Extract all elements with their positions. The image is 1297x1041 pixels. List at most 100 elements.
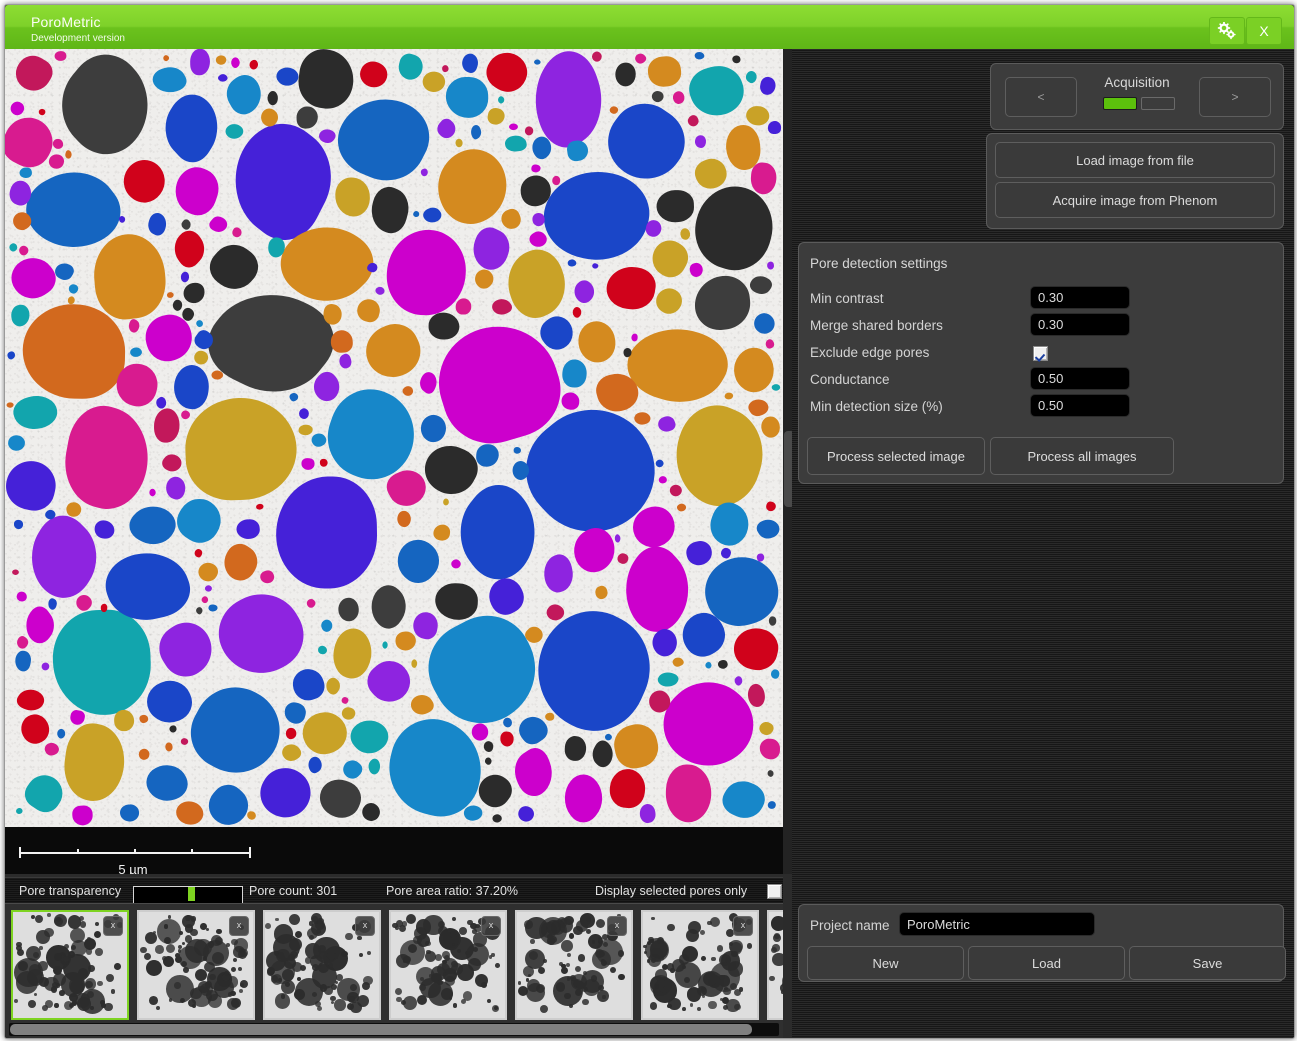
thumbnail-pore	[782, 981, 783, 988]
thumbnail-item-1[interactable]: x	[11, 910, 129, 1020]
thumbnail-pore	[278, 978, 282, 982]
thumbnail-strip[interactable]: xxxxxx	[5, 903, 783, 1039]
thumbnail-item-5[interactable]: x	[515, 910, 633, 1020]
thumbnail-horizontal-scrollbar[interactable]	[9, 1023, 779, 1036]
thumbnail-pore	[53, 966, 62, 975]
pore-region[interactable]	[301, 458, 314, 470]
pore-region[interactable]	[276, 475, 379, 589]
thumbnail-item-3[interactable]: x	[263, 910, 381, 1020]
thumbnail-pore	[69, 1003, 74, 1008]
pore-transparency-slider[interactable]	[133, 886, 243, 904]
image-viewer[interactable]: 5 µm 16.9 µm 10kV - Image AUG 19 2014 10…	[5, 49, 783, 874]
process-all-images-button[interactable]: Process all images	[990, 437, 1174, 475]
pore-region[interactable]	[19, 167, 32, 178]
acquisition-next-button[interactable]: >	[1199, 77, 1271, 117]
thumbnail-pore	[774, 933, 779, 938]
thumbnail-pore	[312, 992, 317, 997]
thumbnail-item-6[interactable]: x	[641, 910, 759, 1020]
pore-region[interactable]	[655, 189, 694, 222]
thumbnail-pore	[183, 967, 189, 973]
thumbnail-pore	[267, 967, 275, 975]
save-project-button[interactable]: Save	[1129, 946, 1286, 980]
thumbnail-pore	[28, 1000, 36, 1008]
pore-region[interactable]	[446, 77, 489, 118]
process-selected-image-button[interactable]: Process selected image	[807, 437, 985, 475]
thumbnail-pore	[717, 945, 723, 951]
thumbnail-pore	[495, 963, 500, 968]
thumbnail-close-icon[interactable]: x	[607, 916, 627, 936]
thumbnail-pore	[231, 967, 236, 972]
slider-handle[interactable]	[188, 887, 195, 901]
thumbnail-pore	[114, 963, 121, 970]
thumbnail-item-7[interactable]	[767, 910, 783, 1020]
thumbnail-pore	[215, 937, 223, 945]
thumbnail-pore	[85, 981, 92, 988]
project-name-input[interactable]: PoroMetric	[899, 912, 1095, 936]
load-project-button[interactable]: Load	[968, 946, 1125, 980]
thumbnail-pore	[643, 945, 646, 948]
pore-region[interactable]	[337, 597, 359, 622]
thumbnail-pore	[331, 1001, 334, 1004]
acquire-image-from-phenom-button[interactable]: Acquire image from Phenom	[995, 182, 1275, 218]
pore-area-ratio-label: Pore area ratio: 37.20%	[386, 884, 518, 898]
setting-value-3: 0.50	[1038, 371, 1063, 386]
pore-region[interactable]	[503, 717, 512, 727]
thumbnail-close-icon[interactable]: x	[481, 916, 501, 936]
thumbnail-pore	[88, 965, 95, 972]
thumbnail-pore	[528, 974, 531, 977]
thumbnail-item-2[interactable]: x	[137, 910, 255, 1020]
pore-region[interactable]	[319, 458, 327, 466]
thumbnail-pore	[772, 953, 783, 966]
pore-region[interactable]	[732, 55, 740, 63]
thumbnail-pore	[586, 929, 591, 934]
thumbnail-pore	[451, 961, 457, 967]
setting-input-4[interactable]: 0.50	[1030, 394, 1130, 417]
thumbnail-pore	[42, 1005, 48, 1011]
pore-region[interactable]	[500, 731, 514, 746]
thumbnail-pore	[295, 931, 302, 938]
setting-input-1[interactable]: 0.30	[1030, 313, 1130, 336]
display-selected-pores-label: Display selected pores only	[595, 884, 747, 898]
pore-region[interactable]	[544, 712, 554, 721]
thumbnail-pore	[240, 949, 248, 957]
thumbnail-pore	[17, 949, 24, 956]
thumbnail-close-icon[interactable]: x	[103, 916, 123, 936]
display-selected-pores-checkbox[interactable]	[767, 884, 782, 900]
thumbnail-pore	[453, 1003, 458, 1008]
setting-input-0[interactable]: 0.30	[1030, 286, 1130, 309]
new-project-button[interactable]: New	[807, 946, 964, 980]
thumbnail-close-icon[interactable]: x	[355, 916, 375, 936]
pore-region[interactable]	[725, 393, 733, 400]
thumbnail-pore	[80, 921, 86, 927]
thumbnail-pore	[575, 966, 581, 972]
thumbnail-pore	[406, 914, 416, 924]
thumbnail-pore	[317, 918, 324, 925]
thumbnail-close-icon[interactable]: x	[733, 916, 753, 936]
pore-region[interactable]	[760, 739, 780, 760]
thumbnail-pore	[179, 931, 183, 935]
thumbnail-item-4[interactable]: x	[389, 910, 507, 1020]
setting-input-3[interactable]: 0.50	[1030, 367, 1130, 390]
pore-region[interactable]	[114, 710, 134, 731]
acquisition-group: < Acquisition >	[990, 63, 1284, 130]
scrollbar-thumb[interactable]	[10, 1024, 752, 1035]
pore-region[interactable]	[767, 121, 781, 135]
project-group: Project name PoroMetric New Load Save	[798, 904, 1284, 982]
image-vertical-scrollbar[interactable]	[783, 49, 792, 874]
acquisition-page-indicator-1[interactable]	[1103, 97, 1137, 110]
thumbnail-pore	[481, 982, 487, 988]
sem-image[interactable]	[5, 49, 783, 827]
pore-region[interactable]	[456, 299, 471, 315]
setting-checkbox-2[interactable]	[1033, 346, 1048, 364]
thumbnail-close-icon[interactable]: x	[229, 916, 249, 936]
close-button[interactable]: X	[1246, 17, 1282, 45]
thumbnail-pore	[578, 982, 584, 988]
thumbnail-pore	[285, 982, 290, 987]
thumbnail-pore	[701, 987, 706, 992]
thumbnail-pore	[475, 924, 480, 929]
load-image-from-file-button[interactable]: Load image from file	[995, 142, 1275, 178]
settings-button[interactable]	[1209, 17, 1245, 45]
new-label: New	[872, 956, 898, 971]
acquisition-page-indicator-2[interactable]	[1141, 97, 1175, 110]
pore-region[interactable]	[658, 475, 667, 483]
